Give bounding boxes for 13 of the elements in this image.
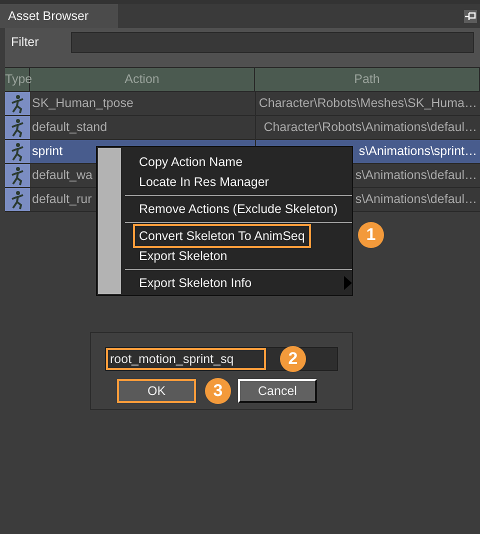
action-cell-text: SK_Human_tpose bbox=[32, 95, 134, 112]
path-cell-text: Character\Robots\Animations\defaul… bbox=[264, 119, 477, 136]
path-cell-text: Character\Robots\Meshes\SK_Huma… bbox=[258, 95, 477, 112]
path-cell-text: s\Animations\defaul… bbox=[355, 191, 477, 208]
action-cell-text: default_rur bbox=[32, 191, 92, 208]
action-cell-text: default_wa bbox=[32, 167, 92, 184]
filter-label: Filter bbox=[11, 34, 40, 52]
action-cell-text: default_stand bbox=[32, 119, 108, 136]
action-cell-text: sprint bbox=[32, 143, 63, 160]
path-cell-text: s\Animations\sprint… bbox=[358, 143, 477, 160]
path-cell-text: s\Animations\defaul… bbox=[355, 167, 477, 184]
callout-badge: 1 bbox=[358, 222, 384, 248]
callout-badge: 2 bbox=[280, 346, 306, 372]
